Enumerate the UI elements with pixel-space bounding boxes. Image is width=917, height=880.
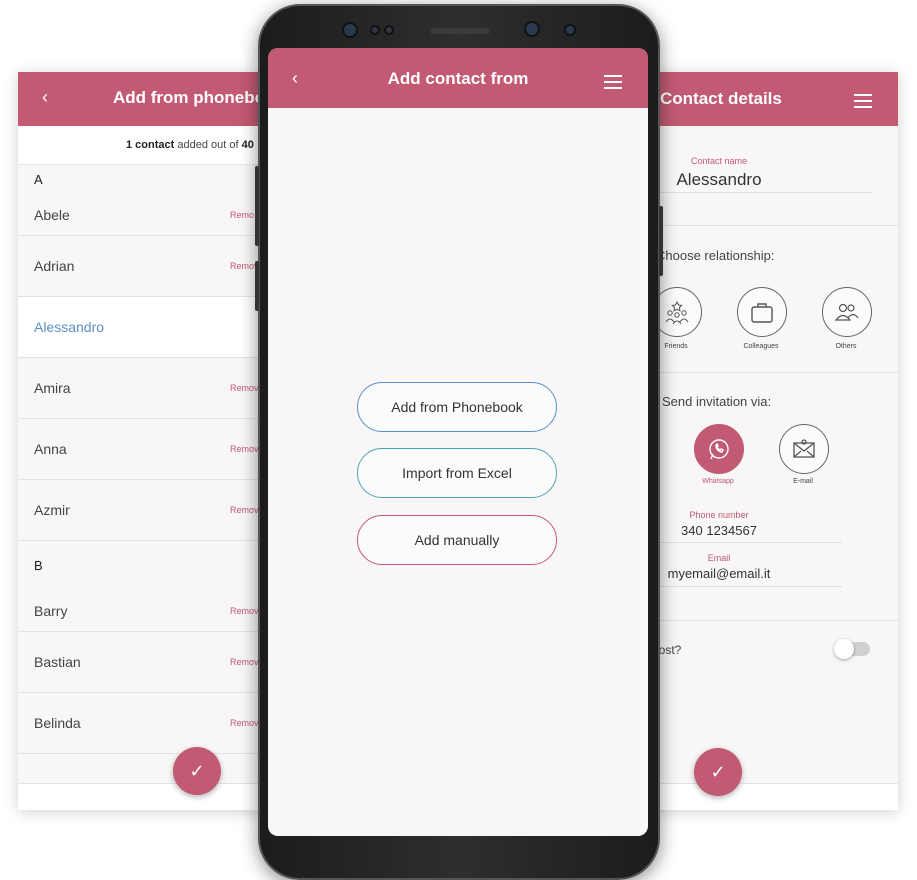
email-icon[interactable] (779, 424, 829, 474)
phone-screen: ‹ Add contact from Add from Phonebook Im… (268, 48, 648, 836)
contact-row[interactable]: Barry Remov (18, 591, 268, 632)
envelope-glyph (793, 439, 815, 458)
add-manually-button[interactable]: Add manually (357, 515, 557, 565)
colleagues-icon[interactable] (737, 287, 787, 337)
check-icon: ✓ (189, 761, 205, 781)
remove-link[interactable]: Remov (230, 591, 259, 631)
briefcase-icon (751, 303, 773, 323)
contact-name: Anna (34, 441, 67, 457)
front-camera-icon (524, 21, 540, 37)
friends-icon-glyph (665, 300, 689, 325)
contact-name: Adrian (34, 258, 75, 274)
check-icon: ✓ (710, 762, 726, 782)
host-toggle[interactable] (834, 639, 870, 659)
colleagues-caption: Colleagues (743, 343, 779, 350)
phone-frame: ‹ Add contact from Add from Phonebook Im… (255, 4, 663, 880)
contact-row[interactable]: Anna Remov (18, 419, 268, 480)
speaker-grille (430, 28, 490, 34)
contact-row[interactable]: Amira Remov (18, 358, 268, 419)
remove-link[interactable]: Remo (230, 195, 254, 235)
phone-underline (660, 542, 842, 543)
sensor-dot-icon (384, 25, 394, 35)
contact-row-selected[interactable]: Alessandro (18, 297, 268, 358)
remove-link[interactable]: Remov (230, 419, 259, 479)
phonebook-screen: ‹ Add from phonebo 1 contact added out o… (18, 72, 268, 810)
count-total: 40 (241, 139, 254, 151)
volume-button (255, 166, 259, 246)
hamburger-menu-icon[interactable] (854, 94, 872, 112)
contacts-count: 1 contact added out of 40 (18, 126, 268, 165)
front-sensor-icon (342, 22, 358, 38)
whatsapp-caption: Whatsapp (702, 478, 734, 485)
confirm-button[interactable]: ✓ (694, 748, 742, 796)
count-text: added out of (174, 139, 242, 151)
remove-link[interactable]: Remov (230, 480, 259, 540)
contact-details-title: Contact details (660, 89, 782, 108)
add-from-phonebook-button[interactable]: Add from Phonebook (357, 382, 557, 432)
contact-details-header: Contact details (630, 72, 898, 126)
contact-name: Barry (34, 603, 68, 619)
whatsapp-glyph (709, 439, 729, 460)
section-divider (630, 372, 898, 373)
contact-row[interactable]: Adrian Remov (18, 236, 268, 297)
name-underline (660, 192, 872, 193)
whatsapp-icon[interactable] (694, 424, 744, 474)
bixby-button (255, 261, 259, 311)
people-icon (834, 303, 859, 321)
add-contact-header: ‹ Add contact from (268, 48, 648, 108)
others-icon[interactable] (822, 287, 872, 337)
add-contact-title: Add contact from (387, 69, 529, 88)
bottom-bar (18, 783, 268, 810)
email-caption: E-mail (793, 478, 813, 485)
remove-link[interactable]: Remov (230, 693, 259, 753)
confirm-button[interactable]: ✓ (173, 747, 221, 795)
bottom-bar (630, 783, 898, 810)
email-underline (660, 586, 842, 587)
remove-link[interactable]: Remov (230, 358, 259, 418)
others-caption: Others (835, 343, 857, 350)
power-button (659, 206, 663, 276)
contact-name: Bastian (34, 654, 81, 670)
section-letter-a: A (18, 165, 268, 195)
sensor-dot-icon (370, 25, 380, 35)
hamburger-menu-icon[interactable] (604, 75, 622, 93)
contact-details-screen: Contact details Contact name Alessandro … (630, 72, 898, 810)
section-divider (630, 225, 898, 226)
remove-link[interactable]: Remov (230, 632, 259, 692)
contact-name: Amira (34, 380, 71, 396)
contact-name: Azmir (34, 502, 70, 518)
contact-name: Belinda (34, 715, 81, 731)
section-divider (630, 620, 898, 621)
back-chevron-icon[interactable]: ‹ (42, 87, 48, 108)
invitation-label: Send invitation via: (662, 394, 772, 409)
contact-name: Alessandro (34, 319, 105, 335)
relationship-label: Choose relationship: (656, 248, 775, 263)
toggle-knob (834, 639, 854, 659)
section-letter-b: B (18, 541, 268, 591)
contact-row[interactable]: Azmir Remov (18, 480, 268, 541)
import-from-excel-button[interactable]: Import from Excel (357, 448, 557, 498)
contact-name: Abele (34, 207, 70, 223)
phonebook-title: Add from phonebo (113, 88, 266, 107)
phonebook-header: ‹ Add from phonebo (18, 72, 268, 126)
count-added: 1 contact (126, 139, 175, 151)
contact-row[interactable]: Bastian Remov (18, 632, 268, 693)
contact-row[interactable]: Belinda Remov (18, 693, 268, 754)
iris-sensor-icon (564, 24, 576, 36)
contact-row[interactable]: Abele Remo (18, 195, 268, 236)
